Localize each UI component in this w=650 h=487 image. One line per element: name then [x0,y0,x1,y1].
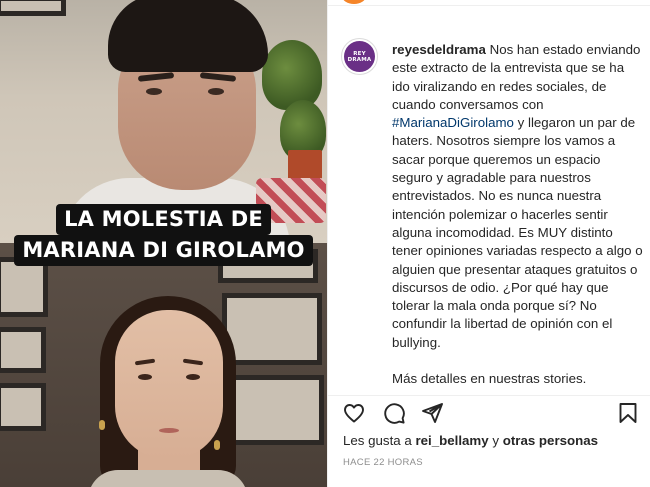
likes-summary: Les gusta a rei_bellamy y otras personas [343,433,643,449]
woman-shirt [88,470,248,487]
likes-prefix: Les gusta a [343,433,412,448]
caption-text-2: y llegaron un par de haters. Nosotros si… [392,115,643,350]
post-timestamp[interactable]: HACE 22 HORAS [343,457,423,468]
username-link[interactable]: reyesdeldrama [392,42,486,57]
likes-joiner: y [492,433,500,448]
earring [214,440,220,450]
post-panel: REY DRAMA reyesdeldrama Nos han estado e… [328,0,650,487]
paper-plane-icon[interactable] [420,401,444,425]
wall-picture [0,327,46,373]
brand-logo: REY DRAMA [344,41,375,72]
wall-picture [222,293,322,365]
hashtag-link[interactable]: #MarianaDiGirolamo [392,115,514,130]
post-video[interactable]: LA MOLESTIA DE MARIANA DI GIROLAMO [0,0,327,487]
video-caption-line-1: LA MOLESTIA DE [56,204,271,235]
post-caption: reyesdeldrama Nos han estado enviando es… [392,41,644,352]
wall-picture [228,375,324,445]
heart-icon[interactable] [342,401,366,425]
wall-picture [0,0,66,16]
liker-username[interactable]: rei_bellamy [415,433,488,448]
bookmark-icon[interactable] [616,401,640,425]
wall-picture [0,383,46,431]
avatar[interactable]: REY DRAMA [341,38,378,75]
earring [99,420,105,430]
action-bar [328,395,650,429]
comments-section[interactable]: REY DRAMA reyesdeldrama Nos han estado e… [328,28,650,394]
man-hair [108,0,268,72]
comment-icon[interactable] [382,401,406,425]
woman-face [115,310,223,460]
avatar-text-bottom: DRAMA [347,56,372,63]
plant [262,40,322,110]
video-caption: LA MOLESTIA DE MARIANA DI GIROLAMO [0,204,327,266]
video-caption-line-2: MARIANA DI GIROLAMO [14,235,313,266]
wall-picture [0,257,48,317]
more-details-text: Más detalles en nuestras stories. [392,371,587,386]
post-header [328,0,650,6]
header-avatar[interactable] [342,0,366,4]
others-link[interactable]: otras personas [503,433,598,448]
